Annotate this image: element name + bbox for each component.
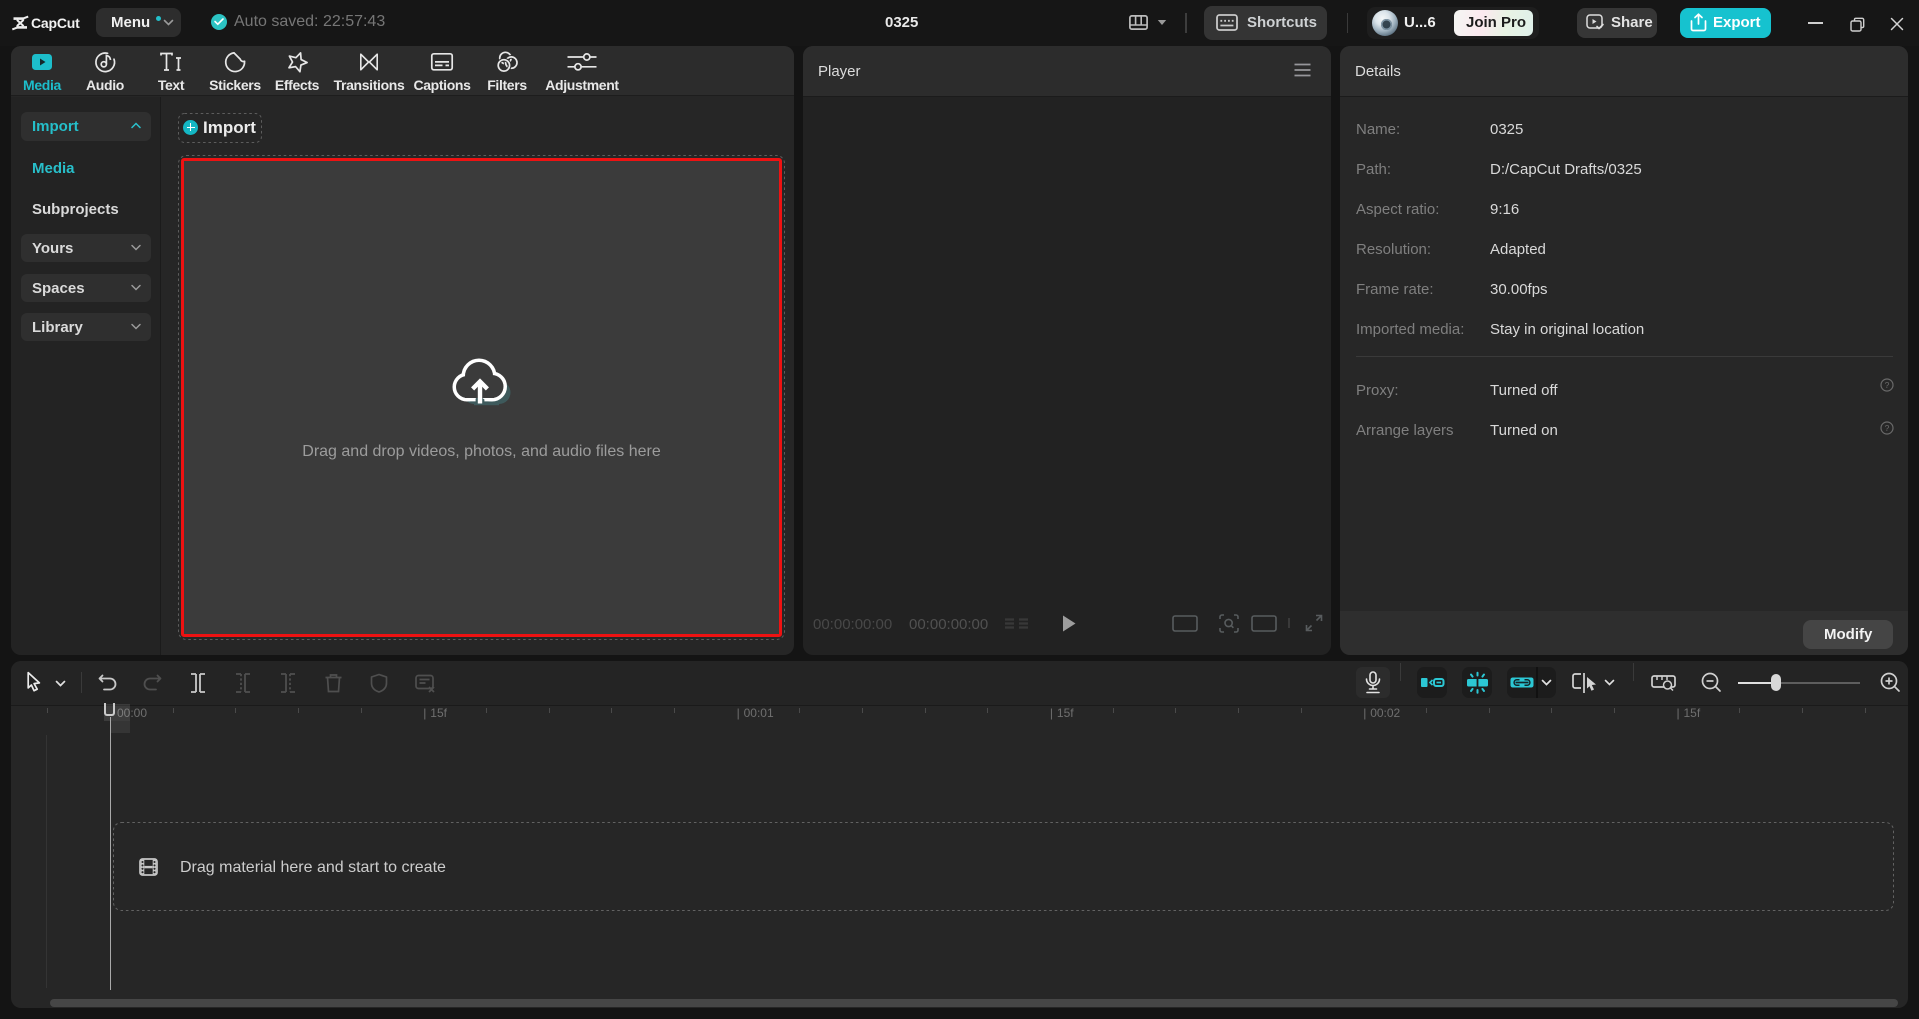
svg-text:?: ? (1885, 423, 1890, 433)
svg-text:?: ? (1885, 380, 1890, 390)
